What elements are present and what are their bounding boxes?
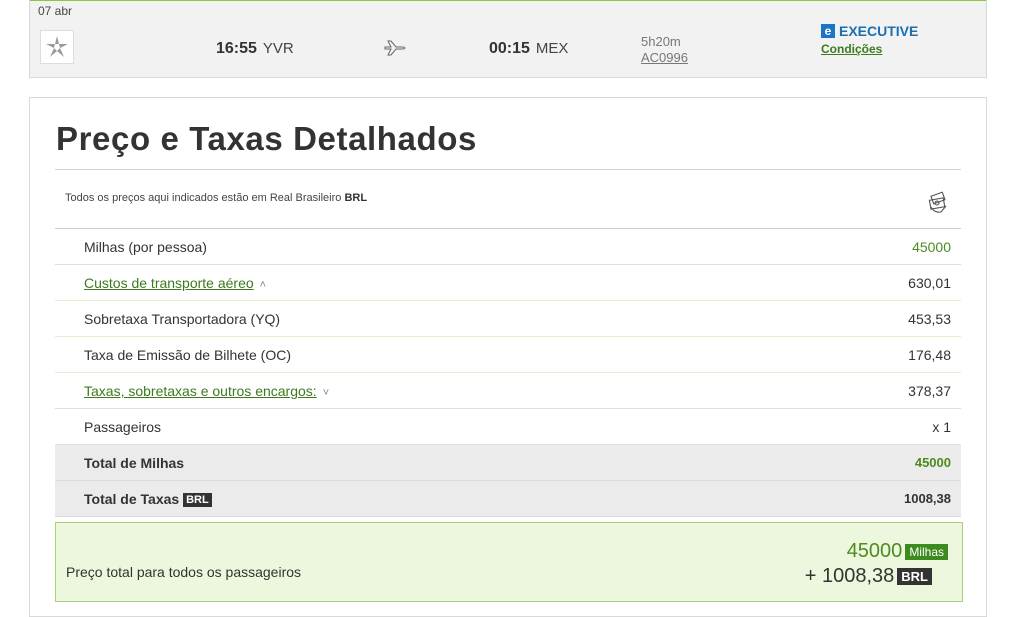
summary-brl-value: + 1008,38 [804, 565, 895, 587]
row-passengers: Passageiros x 1 [55, 409, 961, 445]
cabin-class: EXECUTIVE [839, 22, 919, 39]
departure-code: YVR [262, 40, 294, 57]
departure: 16:55 YVR [216, 40, 294, 58]
price-details-card: Preço e Taxas Detalhados Todos os preços… [29, 97, 987, 617]
currency-note: Todos os preços aqui indicados estão em … [65, 192, 367, 204]
currency-code: BRL [344, 192, 368, 204]
row-carrier-surcharge: Sobretaxa Transportadora (YQ) 453,53 [55, 301, 961, 337]
arrival-time: 00:15 [489, 40, 530, 57]
star-alliance-logo-icon [40, 30, 74, 64]
price-table: Milhas (por pessoa) 45000 Custos de tran… [55, 229, 961, 517]
cabin-block: e EXECUTIVE Condições [821, 22, 918, 56]
arrival-code: MEX [535, 40, 569, 57]
row-value: 45000 [914, 455, 951, 470]
row-label[interactable]: Taxas, sobretaxas e outros encargos: [84, 383, 317, 399]
row-total-taxes: Total de Taxas BRL 1008,38 [55, 481, 961, 517]
divider [55, 169, 961, 170]
row-label[interactable]: Custos de transporte aéreo [84, 275, 254, 291]
row-miles-per-person: Milhas (por pessoa) 45000 [55, 229, 961, 265]
executive-icon: e [821, 23, 835, 38]
total-price-summary: Preço total para todos os passageiros 45… [55, 522, 963, 602]
row-taxes-surcharges: Taxas, sobretaxas e outros encargos: ˅ 37… [55, 373, 961, 409]
row-value: 45000 [912, 239, 951, 255]
taxes-toggle[interactable]: Taxas, sobretaxas e outros encargos: ˅ [84, 383, 329, 399]
row-label: Taxa de Emissão de Bilhete (OC) [84, 347, 291, 363]
air-transport-toggle[interactable]: Custos de transporte aéreo ˄ [84, 275, 266, 291]
money-icon [926, 191, 950, 220]
flight-duration: 5h20m [641, 34, 681, 49]
chevron-down-icon[interactable]: ˅ [323, 387, 329, 399]
row-label: Milhas (por pessoa) [84, 239, 207, 255]
brl-badge: BRL [897, 568, 932, 586]
currency-badge: BRL [183, 493, 212, 508]
summary-miles: 45000 Milhas [847, 540, 948, 563]
page-title: Preço e Taxas Detalhados [56, 120, 477, 157]
flight-segment: 07 abr 16:55 YVR 00:15 MEX 5h20m AC0996 eE… [29, 0, 987, 78]
conditions-link[interactable]: Condições [821, 42, 918, 56]
row-value: 176,48 [908, 347, 951, 363]
currency-note-text: Todos os preços aqui indicados estão em … [65, 192, 345, 204]
row-value: 630,01 [908, 275, 951, 291]
miles-badge: Milhas [905, 543, 948, 560]
row-label: Total de Milhas [84, 455, 185, 471]
row-label: Total de Taxas BRL [84, 491, 212, 508]
row-total-miles: Total de Milhas 45000 [55, 445, 961, 481]
row-value: 453,53 [908, 311, 951, 327]
row-value: 1008,38 [904, 491, 951, 506]
row-air-transport-costs: Custos de transporte aéreo ˄ 630,01 [55, 265, 961, 301]
chevron-up-icon[interactable]: ˄ [260, 279, 266, 291]
arrival: 00:15 MEX [489, 40, 568, 58]
row-label: Passageiros [84, 419, 162, 435]
departure-time: 16:55 [216, 40, 257, 57]
row-label: Sobretaxa Transportadora (YQ) [84, 311, 281, 327]
plane-icon [384, 38, 406, 61]
total-taxes-label: Total de Taxas [84, 491, 180, 507]
summary-miles-value: 45000 [846, 540, 903, 562]
summary-label: Preço total para todos os passageiros [66, 564, 302, 580]
summary-brl: + 1008,38 BRL [805, 565, 932, 588]
segment-top-border [30, 0, 986, 1]
row-ticket-issue-fee: Taxa de Emissão de Bilhete (OC) 176,48 [55, 337, 961, 373]
duration-block: 5h20m AC0996 [641, 34, 688, 66]
row-value: x 1 [932, 419, 951, 435]
flight-number-link[interactable]: AC0996 [641, 50, 688, 66]
flight-date: 07 abr [38, 4, 73, 18]
row-value: 378,37 [908, 383, 951, 399]
